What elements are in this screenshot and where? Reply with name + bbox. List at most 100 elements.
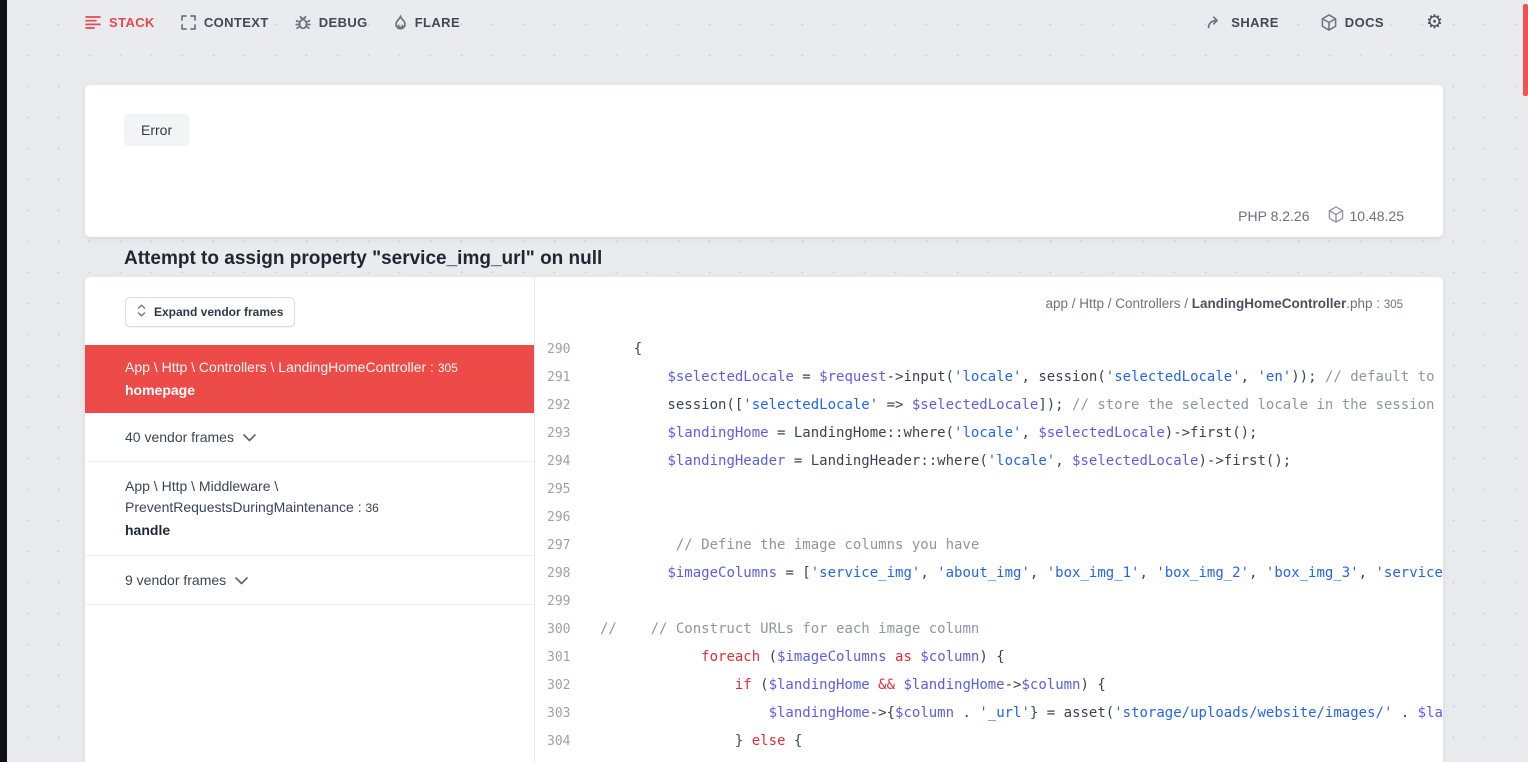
tab-debug[interactable]: DEBUG xyxy=(295,15,368,30)
code-text: } else { xyxy=(600,727,1443,755)
line-number: 296 xyxy=(535,510,600,525)
line-number: 300 xyxy=(535,622,600,637)
left-edge-bar xyxy=(0,0,7,762)
chevron-down-icon xyxy=(243,429,256,445)
stack-icon xyxy=(85,15,101,29)
nav-actions: SHARE DOCS ⚙ xyxy=(1207,13,1443,32)
laravel-logo-icon xyxy=(1328,206,1344,226)
nav-tabs: STACK CONTEXT DEBUG FLARE xyxy=(85,15,460,30)
code-text: session(['selectedLocale' => $selectedLo… xyxy=(600,391,1443,419)
frame-method: handle xyxy=(125,520,494,541)
stack-frame[interactable]: App \ Http \ Middleware \PreventRequests… xyxy=(85,462,534,556)
code-line: 297 // Define the image columns you have xyxy=(535,531,1443,559)
code-text: $selectedLocale = $request->input('local… xyxy=(600,363,1443,391)
settings-gear-icon[interactable]: ⚙ xyxy=(1426,13,1443,32)
scrollbar-thumb[interactable] xyxy=(1523,4,1528,96)
tab-flare-label: FLARE xyxy=(415,15,460,30)
line-number: 290 xyxy=(535,342,600,357)
line-number: 291 xyxy=(535,370,600,385)
code-line: 302 if ($landingHome && $landingHome->$c… xyxy=(535,671,1443,699)
error-type-badge: Error xyxy=(124,114,189,146)
code-text: // // Construct URLs for each image colu… xyxy=(600,615,1443,643)
share-label: SHARE xyxy=(1231,15,1279,30)
tab-flare[interactable]: FLARE xyxy=(394,15,460,30)
code-line: 291 $selectedLocale = $request->input('l… xyxy=(535,363,1443,391)
laravel-version: 10.48.25 xyxy=(1328,206,1405,226)
context-icon xyxy=(181,15,196,30)
line-number: 302 xyxy=(535,678,600,693)
top-nav: STACK CONTEXT DEBUG FLARE SHARE DOCS ⚙ xyxy=(85,0,1443,44)
stack-sidebar: Expand vendor frames App \ Http \ Contro… xyxy=(85,277,535,762)
error-meta: PHP 8.2.26 10.48.25 xyxy=(1238,206,1404,226)
breadcrumb-line-number: 305 xyxy=(1384,299,1403,311)
code-line: 298 $imageColumns = ['service_img', 'abo… xyxy=(535,559,1443,587)
error-message-title: Attempt to assign property "service_img_… xyxy=(124,248,602,270)
tab-context[interactable]: CONTEXT xyxy=(181,15,269,30)
expand-vendor-frames-button[interactable]: Expand vendor frames xyxy=(125,297,295,327)
share-icon xyxy=(1207,15,1223,29)
code-line: 295 xyxy=(535,475,1443,503)
line-number: 303 xyxy=(535,706,600,721)
tab-stack[interactable]: STACK xyxy=(85,15,155,30)
stack-frame[interactable]: App \ Http \ Controllers \ LandingHomeCo… xyxy=(85,345,534,413)
file-breadcrumb[interactable]: app / Http / Controllers / LandingHomeCo… xyxy=(535,277,1443,327)
laravel-version-number: 10.48.25 xyxy=(1350,208,1405,224)
frame-class: App \ Http \ Controllers \ LandingHomeCo… xyxy=(125,357,494,379)
vendor-frames-toggle[interactable]: 40 vendor frames xyxy=(85,413,534,462)
code-text: { xyxy=(600,335,1443,363)
line-number: 301 xyxy=(535,650,600,665)
code-line: 300// // Construct URLs for each image c… xyxy=(535,615,1443,643)
code-text: $imageColumns = ['service_img', 'about_i… xyxy=(600,559,1443,587)
breadcrumb-ext: .php : xyxy=(1346,296,1384,311)
code-line: 292 session(['selectedLocale' => $select… xyxy=(535,391,1443,419)
line-number: 297 xyxy=(535,538,600,553)
php-version: PHP 8.2.26 xyxy=(1238,208,1309,224)
frame-method: homepage xyxy=(125,380,494,401)
vendor-frames-label: 9 vendor frames xyxy=(125,572,226,588)
code-line: 299 xyxy=(535,587,1443,615)
frame-class: PreventRequestsDuringMaintenance : 36 xyxy=(125,497,494,519)
bug-icon xyxy=(295,15,311,30)
code-text: foreach ($imageColumns as $column) { xyxy=(600,643,1443,671)
line-number: 293 xyxy=(535,426,600,441)
tab-debug-label: DEBUG xyxy=(319,15,368,30)
expand-collapse-icon xyxy=(137,304,146,320)
flare-icon xyxy=(394,15,407,30)
frame-class: App \ Http \ Middleware \ xyxy=(125,476,494,497)
breadcrumb-file: LandingHomeController xyxy=(1192,296,1347,311)
tab-context-label: CONTEXT xyxy=(204,15,269,30)
code-text: if ($landingHome && $landingHome->$colum… xyxy=(600,671,1443,699)
frame-line-number: 36 xyxy=(365,501,378,515)
line-number: 295 xyxy=(535,482,600,497)
expand-row: Expand vendor frames xyxy=(85,277,534,345)
code-text: $landingHome = LandingHome::where('local… xyxy=(600,419,1443,447)
docs-label: DOCS xyxy=(1345,15,1384,30)
code-text: $landingHeader = LandingHeader::where('l… xyxy=(600,447,1443,475)
error-card: Error Attempt to assign property "servic… xyxy=(85,85,1443,237)
line-number: 304 xyxy=(535,734,600,749)
code-line: 293 $landingHome = LandingHome::where('l… xyxy=(535,419,1443,447)
line-number: 298 xyxy=(535,566,600,581)
line-number: 292 xyxy=(535,398,600,413)
code-text: // Define the image columns you have xyxy=(600,531,1443,559)
code-area: 290 {291 $selectedLocale = $request->inp… xyxy=(535,327,1443,755)
code-line: 303 $landingHome->{$column . '_url'} = a… xyxy=(535,699,1443,727)
share-button[interactable]: SHARE xyxy=(1207,15,1279,30)
expand-button-label: Expand vendor frames xyxy=(154,305,283,319)
code-line: 294 $landingHeader = LandingHeader::wher… xyxy=(535,447,1443,475)
breadcrumb-path: app / Http / Controllers / xyxy=(1045,296,1191,311)
code-line: 296 xyxy=(535,503,1443,531)
line-number: 294 xyxy=(535,454,600,469)
tab-stack-label: STACK xyxy=(109,15,155,30)
chevron-down-icon xyxy=(235,572,248,588)
docs-button[interactable]: DOCS xyxy=(1321,14,1384,31)
code-line: 290 { xyxy=(535,335,1443,363)
frame-line-number: 305 xyxy=(438,361,458,375)
laravel-logo-icon xyxy=(1321,14,1337,31)
code-text: $landingHome->{$column . '_url'} = asset… xyxy=(600,699,1443,727)
vendor-frames-label: 40 vendor frames xyxy=(125,429,234,445)
stack-frames: App \ Http \ Controllers \ LandingHomeCo… xyxy=(85,345,534,605)
vendor-frames-toggle[interactable]: 9 vendor frames xyxy=(85,556,534,605)
code-line: 304 } else { xyxy=(535,727,1443,755)
code-line: 301 foreach ($imageColumns as $column) { xyxy=(535,643,1443,671)
